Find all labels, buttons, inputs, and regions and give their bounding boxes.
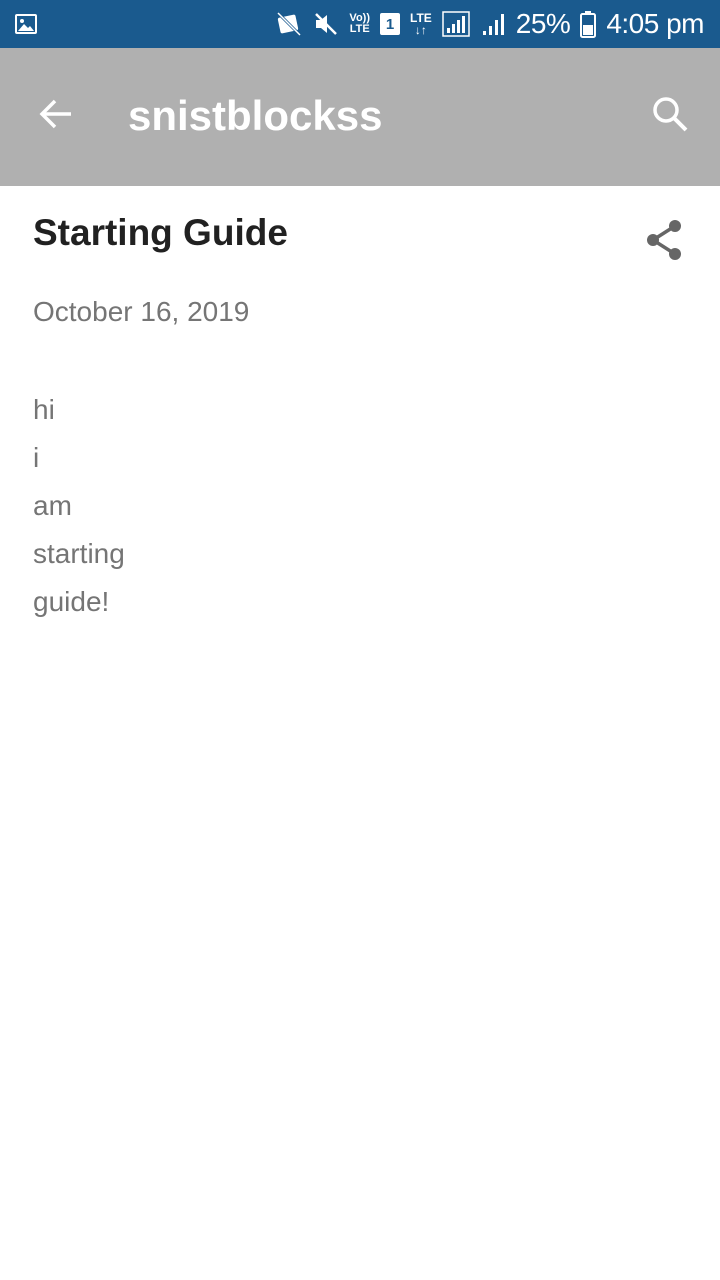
signal-strength-2-icon xyxy=(482,11,506,37)
volte-icon: Vo)) LTE xyxy=(349,13,370,35)
lte-indicator: LTE ↓↑ xyxy=(410,12,432,36)
search-icon xyxy=(651,95,689,138)
post-title: Starting Guide xyxy=(33,212,288,253)
arrow-back-icon xyxy=(38,96,74,137)
lte-arrows: ↓↑ xyxy=(414,23,427,37)
post-body-line: i xyxy=(33,442,40,473)
volte-bottom-label: LTE xyxy=(349,23,370,35)
sim-indicator: 1 xyxy=(380,13,400,35)
post-body-line: hi xyxy=(33,394,55,425)
image-notification-icon xyxy=(14,12,38,36)
status-icons: Vo)) LTE 1 LTE ↓↑ 25% 4:05 pm xyxy=(275,0,704,48)
battery-percentage: 25% xyxy=(515,8,571,39)
mute-icon xyxy=(313,11,339,37)
post-body-line: guide! xyxy=(33,586,110,617)
share-button[interactable] xyxy=(638,216,690,268)
signal-strength-icon xyxy=(442,10,472,38)
share-icon xyxy=(644,218,684,267)
post-body-line: am xyxy=(33,490,72,521)
app-bar: snistblockss xyxy=(0,48,720,186)
app-title: snistblockss xyxy=(128,92,383,139)
back-button[interactable] xyxy=(28,88,84,144)
search-button[interactable] xyxy=(648,94,692,138)
status-bar: Vo)) LTE 1 LTE ↓↑ 25% 4:05 pm xyxy=(0,0,720,48)
post-body: hi i am starting guide! xyxy=(33,386,125,626)
screen-rotation-off-icon xyxy=(275,11,303,37)
post-body-line: starting xyxy=(33,538,125,569)
post-date: October 16, 2019 xyxy=(33,296,250,327)
clock: 4:05 pm xyxy=(606,8,704,39)
battery-icon xyxy=(580,10,597,38)
